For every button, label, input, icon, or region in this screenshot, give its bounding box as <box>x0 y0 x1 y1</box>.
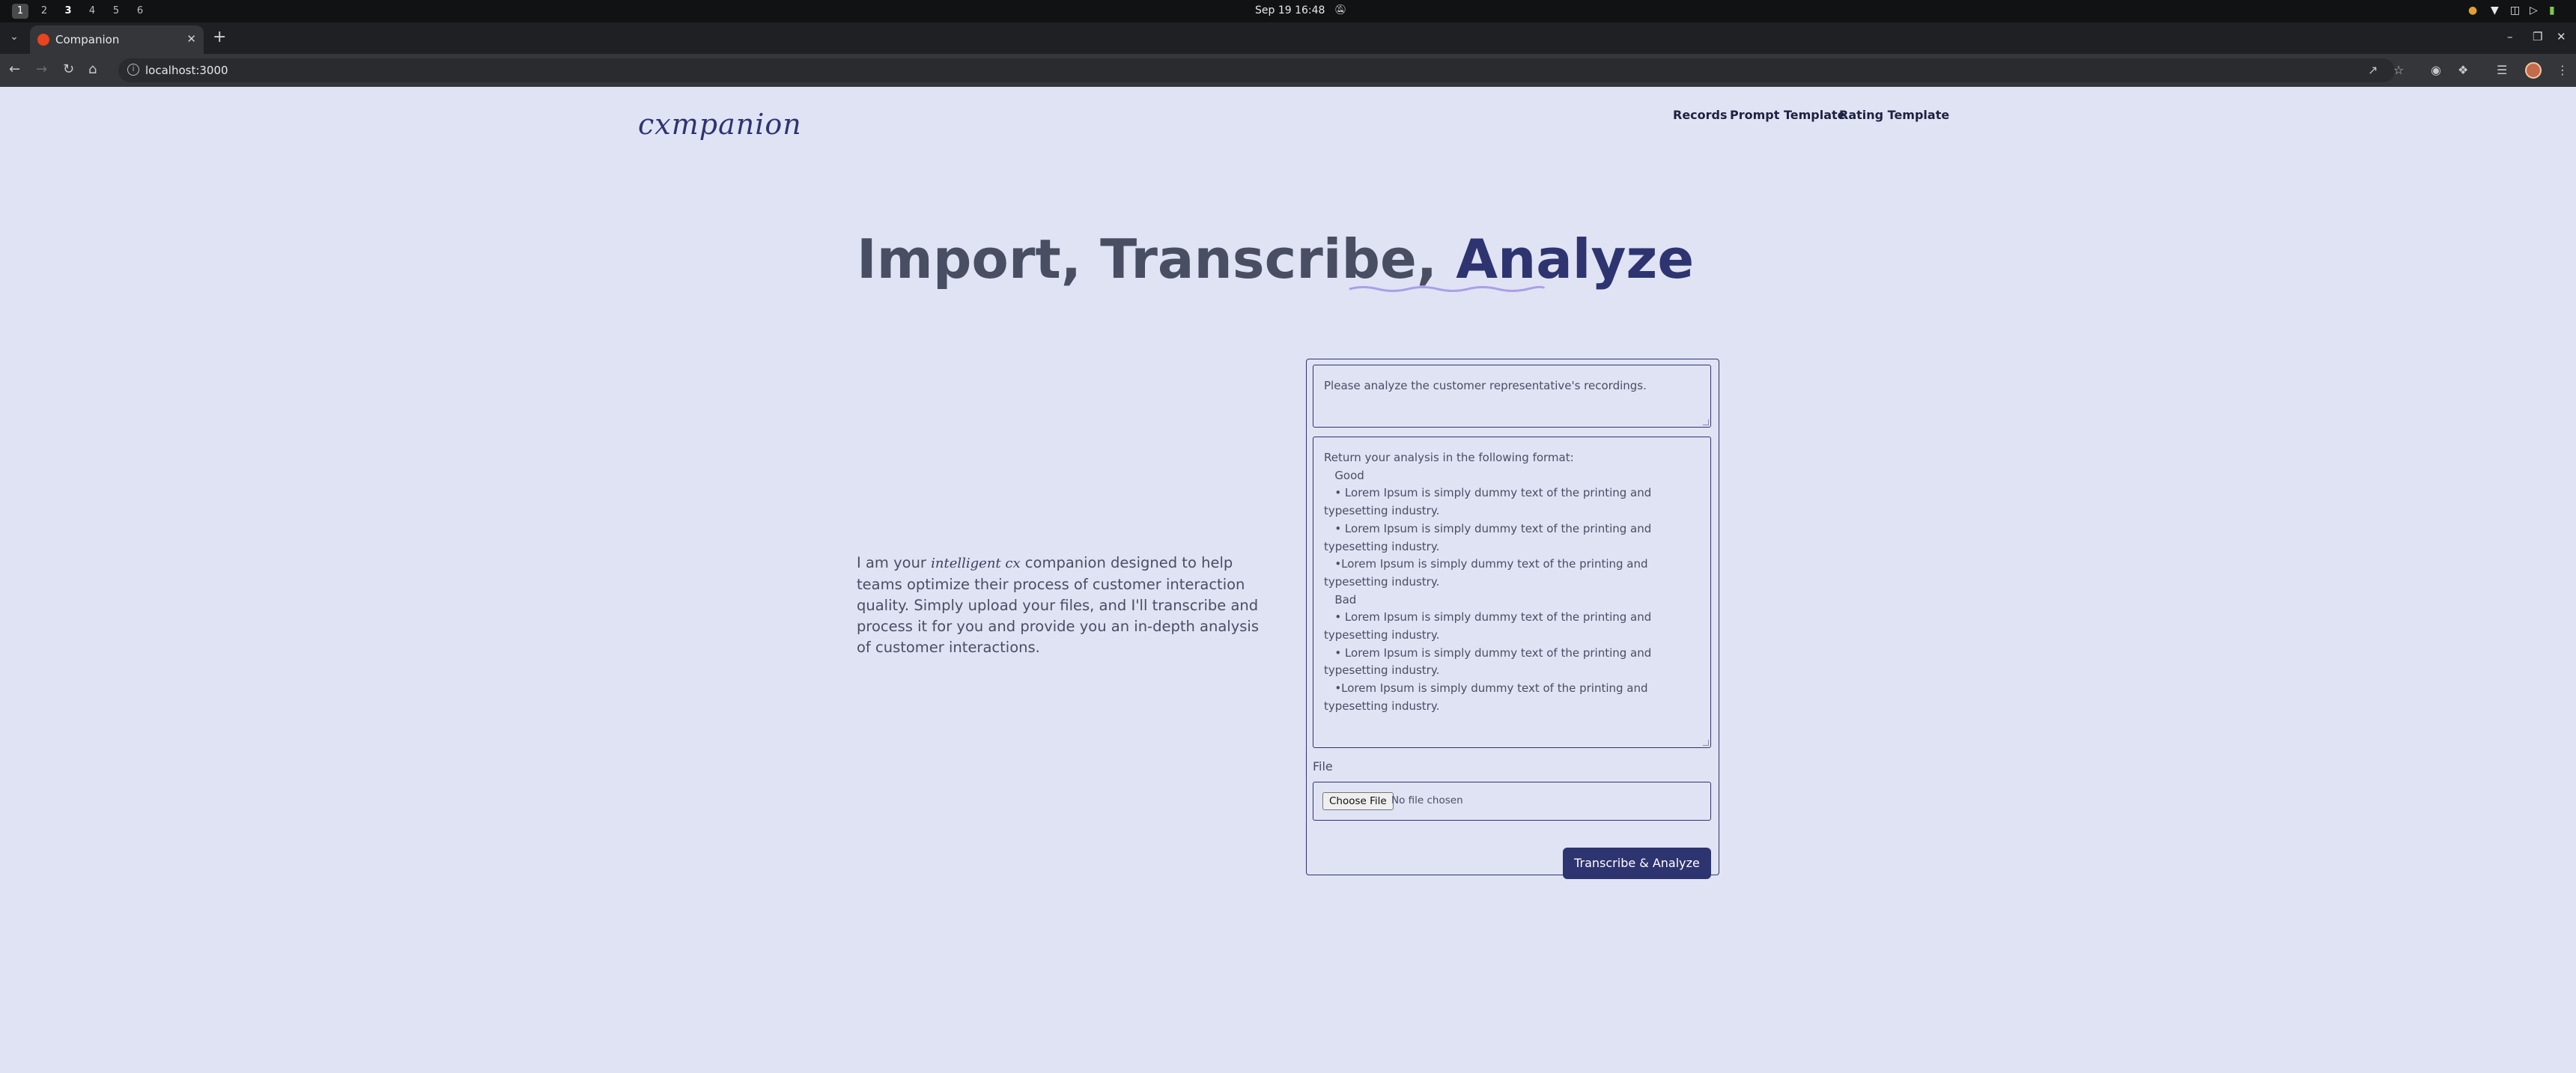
resize-grip-icon[interactable] <box>1703 740 1709 746</box>
extension-icon[interactable]: ◉ <box>2431 63 2441 77</box>
clock[interactable]: Sep 19 16:48 <box>1255 4 1325 16</box>
wifi-icon[interactable]: ▼ <box>2491 4 2499 16</box>
analyze-form: Please analyze the customer representati… <box>1306 359 1719 879</box>
workspace-5[interactable]: 5 <box>108 4 124 19</box>
format-textarea[interactable]: Return your analysis in the following fo… <box>1313 437 1711 748</box>
transcribe-analyze-button[interactable]: Transcribe & Analyze <box>1563 848 1711 879</box>
forward-icon[interactable]: → <box>36 61 47 77</box>
volume-icon[interactable]: ▷ <box>2530 4 2538 16</box>
close-window-icon[interactable]: ✕ <box>2557 30 2566 43</box>
page-title: Import, Transcribe, Analyze <box>857 228 1694 291</box>
system-top-bar: 1 2 3 4 5 6 Sep 19 16:48 🔕︎ ● ▼ ◫ ▷ ▮ <box>0 0 2576 22</box>
workspace-3[interactable]: 3 <box>60 4 76 19</box>
accent-underline <box>1349 285 1546 292</box>
media-icon[interactable]: ☰ <box>2497 63 2507 77</box>
prompt-value: Please analyze the customer representati… <box>1324 379 1647 392</box>
bluetooth-icon[interactable]: ◫ <box>2510 4 2520 16</box>
bookmark-star-icon[interactable]: ☆ <box>2393 63 2404 77</box>
file-label: File <box>1313 759 1333 773</box>
reload-icon[interactable]: ↻ <box>63 61 74 77</box>
notification-muted-icon: 🔕︎ <box>1334 4 1347 16</box>
back-icon[interactable]: ← <box>9 61 20 77</box>
choose-file-button[interactable]: Choose File <box>1322 792 1394 810</box>
file-status: No file chosen <box>1391 794 1463 806</box>
resize-grip-icon[interactable] <box>1703 419 1709 425</box>
menu-kebab-icon[interactable]: ⋮ <box>2557 63 2569 77</box>
tab-search-chevron-icon[interactable]: ⌄ <box>6 28 22 45</box>
url-text[interactable]: localhost:3000 <box>145 64 228 77</box>
workspace-6[interactable]: 6 <box>132 4 148 19</box>
open-in-app-icon[interactable]: ↗ <box>2368 63 2378 77</box>
restore-icon[interactable]: ❐ <box>2533 30 2542 43</box>
page-content: cxmpanion Records Prompt Template Rating… <box>0 87 2576 1073</box>
profile-avatar[interactable] <box>2525 62 2542 79</box>
tab-close-icon[interactable]: ✕ <box>186 32 196 46</box>
minimize-icon[interactable]: – <box>2507 30 2513 43</box>
site-info-icon[interactable]: i <box>127 64 139 76</box>
microphone-icon[interactable]: ● <box>2468 4 2477 16</box>
prompt-textarea[interactable]: Please analyze the customer representati… <box>1313 365 1711 428</box>
nav-rating-template[interactable]: Rating Template <box>1839 108 1949 122</box>
home-icon[interactable]: ⌂ <box>88 61 97 77</box>
battery-icon[interactable]: ▮ <box>2549 4 2555 16</box>
nav-records[interactable]: Records <box>1673 108 1728 122</box>
browser-tab-strip: ⌄ Companion ✕ + – ❐ ✕ <box>0 22 2576 54</box>
extensions-puzzle-icon[interactable]: ❖ <box>2458 63 2468 77</box>
favicon-icon <box>37 34 49 46</box>
workspace-4[interactable]: 4 <box>84 4 100 19</box>
title-plain: Import, Transcribe, <box>857 228 1456 291</box>
intro-before: I am your <box>857 554 932 571</box>
file-input[interactable]: Choose File No file chosen <box>1313 782 1711 821</box>
nav-prompt-template[interactable]: Prompt Template <box>1730 108 1846 122</box>
workspace-2[interactable]: 2 <box>36 4 52 19</box>
site-logo[interactable]: cxmpanion <box>638 108 802 141</box>
address-bar[interactable]: i localhost:3000 <box>118 58 2395 82</box>
browser-toolbar: ← → ↻ ⌂ i localhost:3000 ↗ ☆ ◉ ❖ ☰ ⋮ <box>0 54 2576 87</box>
format-value: Return your analysis in the following fo… <box>1324 451 1652 713</box>
intro-text: I am your intelligent cx companion desig… <box>857 553 1269 658</box>
title-accent: Analyze <box>1456 228 1695 291</box>
browser-tab[interactable]: Companion ✕ <box>30 25 204 54</box>
new-tab-icon[interactable]: + <box>213 28 226 46</box>
tab-title: Companion <box>55 33 120 46</box>
intro-script: intelligent cx <box>931 556 1021 571</box>
workspace-1[interactable]: 1 <box>12 4 28 19</box>
